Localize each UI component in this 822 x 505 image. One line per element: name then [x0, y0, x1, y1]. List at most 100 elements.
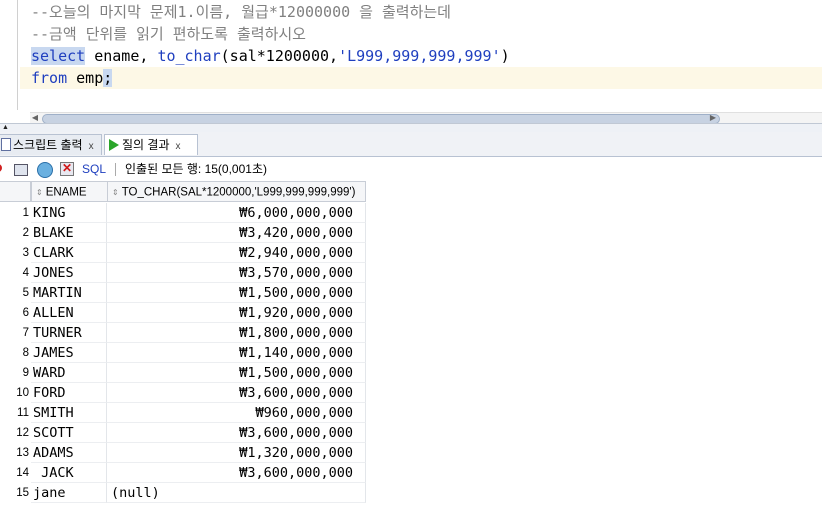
- fetch-status: 인출된 모든 행: 15(0,001초): [125, 162, 267, 176]
- cell-to-char[interactable]: ₩6,000,000,000: [107, 203, 366, 223]
- cell-to-char[interactable]: ₩1,320,000,000: [107, 443, 366, 463]
- sort-icon: ⇕: [36, 188, 43, 197]
- current-line-highlight: [20, 67, 822, 89]
- editor-gutter-divider: [17, 0, 18, 110]
- cell-ename[interactable]: WARD: [31, 363, 107, 383]
- cell-to-char[interactable]: (null): [107, 483, 366, 503]
- code-line-3[interactable]: select ename, to_char(sal*1200000,'L999,…: [31, 45, 510, 67]
- cell-to-char[interactable]: ₩960,000,000: [107, 403, 366, 423]
- keyword-select: select: [31, 47, 86, 65]
- row-number[interactable]: 14: [0, 463, 29, 483]
- tab-script-output[interactable]: 스크립트 출력 x: [0, 134, 102, 155]
- refresh-icon[interactable]: [37, 162, 53, 178]
- cell-ename[interactable]: ALLEN: [31, 303, 107, 323]
- cell-ename[interactable]: SMITH: [31, 403, 107, 423]
- cell-ename[interactable]: KING: [31, 203, 107, 223]
- code-line-2[interactable]: --금액 단위를 읽기 편하도록 출력하시오: [31, 23, 306, 45]
- function-to-char: to_char: [157, 47, 221, 65]
- table-row[interactable]: 10 FORD ₩3,600,000,000: [0, 383, 366, 403]
- row-number-header[interactable]: [0, 181, 31, 202]
- row-number[interactable]: 15: [0, 483, 29, 503]
- table-row[interactable]: 6 ALLEN ₩1,920,000,000: [0, 303, 366, 323]
- row-number[interactable]: 2: [0, 223, 29, 243]
- row-number[interactable]: 12: [0, 423, 29, 443]
- table-row[interactable]: 11 SMITH ₩960,000,000: [0, 403, 366, 423]
- row-number[interactable]: 9: [0, 363, 29, 383]
- cell-ename[interactable]: CLARK: [31, 243, 107, 263]
- scroll-left-arrow-icon[interactable]: ◀: [30, 112, 40, 123]
- table-row[interactable]: 2 BLAKE ₩3,420,000,000: [0, 223, 366, 243]
- cell-to-char[interactable]: ₩1,500,000,000: [107, 283, 366, 303]
- row-number[interactable]: 11: [0, 403, 29, 423]
- cell-ename[interactable]: SCOTT: [31, 423, 107, 443]
- cell-ename[interactable]: jane: [31, 483, 107, 503]
- table-row[interactable]: 15 jane (null): [0, 483, 366, 503]
- close-tab-icon[interactable]: x: [89, 141, 94, 152]
- cell-ename[interactable]: JONES: [31, 263, 107, 283]
- row-number[interactable]: 8: [0, 343, 29, 363]
- row-number[interactable]: 4: [0, 263, 29, 283]
- scroll-right-arrow-icon[interactable]: ▶: [707, 112, 719, 123]
- cell-to-char[interactable]: ₩3,600,000,000: [107, 383, 366, 403]
- row-number[interactable]: 1: [0, 203, 29, 223]
- toolbar-separator: [115, 163, 116, 176]
- tab-label: 질의 결과: [122, 138, 170, 152]
- column-header-label: ENAME: [45, 186, 87, 199]
- collapse-arrow-icon[interactable]: ▲: [2, 124, 9, 131]
- column-header-label: TO_CHAR(SAL*1200000,'L999,999,999,999'): [121, 186, 356, 199]
- tab-label: 스크립트 출력: [13, 138, 83, 152]
- code-line-4[interactable]: from emp;: [31, 67, 113, 89]
- cancel-fetch-icon[interactable]: [60, 161, 74, 176]
- close-tab-icon[interactable]: x: [176, 141, 181, 152]
- cell-to-char[interactable]: ₩3,570,000,000: [107, 263, 366, 283]
- cell-to-char[interactable]: ₩3,600,000,000: [107, 463, 366, 483]
- code-line-1[interactable]: --오늘의 마지막 문제1.이름, 월급*12000000 을 출력하는데: [31, 1, 451, 23]
- script-output-icon: [1, 138, 11, 152]
- table-row[interactable]: 12 SCOTT ₩3,600,000,000: [0, 423, 366, 443]
- row-number[interactable]: 3: [0, 243, 29, 263]
- pin-icon[interactable]: [0, 162, 8, 176]
- cell-ename[interactable]: JAMES: [31, 343, 107, 363]
- table-row[interactable]: 13 ADAMS ₩1,320,000,000: [0, 443, 366, 463]
- cell-ename[interactable]: TURNER: [31, 323, 107, 343]
- cell-ename[interactable]: BLAKE: [31, 223, 107, 243]
- column-header-ename[interactable]: ⇕ ENAME: [31, 181, 108, 202]
- row-number[interactable]: 5: [0, 283, 29, 303]
- code-text: ename,: [85, 47, 158, 65]
- table-row[interactable]: 4 JONES ₩3,570,000,000: [0, 263, 366, 283]
- cell-to-char[interactable]: ₩3,600,000,000: [107, 423, 366, 443]
- code-text: (sal*1200000,: [220, 47, 339, 65]
- sql-editor[interactable]: --오늘의 마지막 문제1.이름, 월급*12000000 을 출력하는데 --…: [0, 0, 822, 110]
- tab-query-result[interactable]: 질의 결과 x: [104, 134, 198, 155]
- code-text-semicolon: ;: [103, 69, 113, 87]
- table-row[interactable]: 3 CLARK ₩2,940,000,000: [0, 243, 366, 263]
- cell-to-char[interactable]: ₩3,420,000,000: [107, 223, 366, 243]
- table-row[interactable]: 5 MARTIN ₩1,500,000,000: [0, 283, 366, 303]
- cell-to-char[interactable]: ₩1,800,000,000: [107, 323, 366, 343]
- column-header-to-char[interactable]: ⇕ TO_CHAR(SAL*1200000,'L999,999,999,999'): [107, 181, 366, 202]
- print-icon[interactable]: [14, 164, 28, 176]
- table-row[interactable]: 9 WARD ₩1,500,000,000: [0, 363, 366, 383]
- row-number[interactable]: 7: [0, 323, 29, 343]
- code-text: emp: [67, 69, 104, 87]
- cell-ename[interactable]: ADAMS: [31, 443, 107, 463]
- cell-ename[interactable]: MARTIN: [31, 283, 107, 303]
- table-row[interactable]: 1 KING ₩6,000,000,000: [0, 203, 366, 223]
- result-toolbar: [0, 157, 822, 181]
- cell-to-char[interactable]: ₩1,920,000,000: [107, 303, 366, 323]
- row-number[interactable]: 6: [0, 303, 29, 323]
- cell-ename[interactable]: JACK: [31, 463, 107, 483]
- cell-to-char[interactable]: ₩2,940,000,000: [107, 243, 366, 263]
- sort-icon: ⇕: [112, 188, 119, 197]
- table-row[interactable]: 14 JACK ₩3,600,000,000: [0, 463, 366, 483]
- code-text: ): [500, 47, 510, 65]
- cell-ename[interactable]: FORD: [31, 383, 107, 403]
- row-number[interactable]: 10: [0, 383, 29, 403]
- table-row[interactable]: 7 TURNER ₩1,800,000,000: [0, 323, 366, 343]
- cell-to-char[interactable]: ₩1,500,000,000: [107, 363, 366, 383]
- row-number[interactable]: 13: [0, 443, 29, 463]
- format-string: 'L999,999,999,999': [338, 47, 501, 65]
- table-row[interactable]: 8 JAMES ₩1,140,000,000: [0, 343, 366, 363]
- sql-button[interactable]: SQL: [82, 159, 106, 179]
- cell-to-char[interactable]: ₩1,140,000,000: [107, 343, 366, 363]
